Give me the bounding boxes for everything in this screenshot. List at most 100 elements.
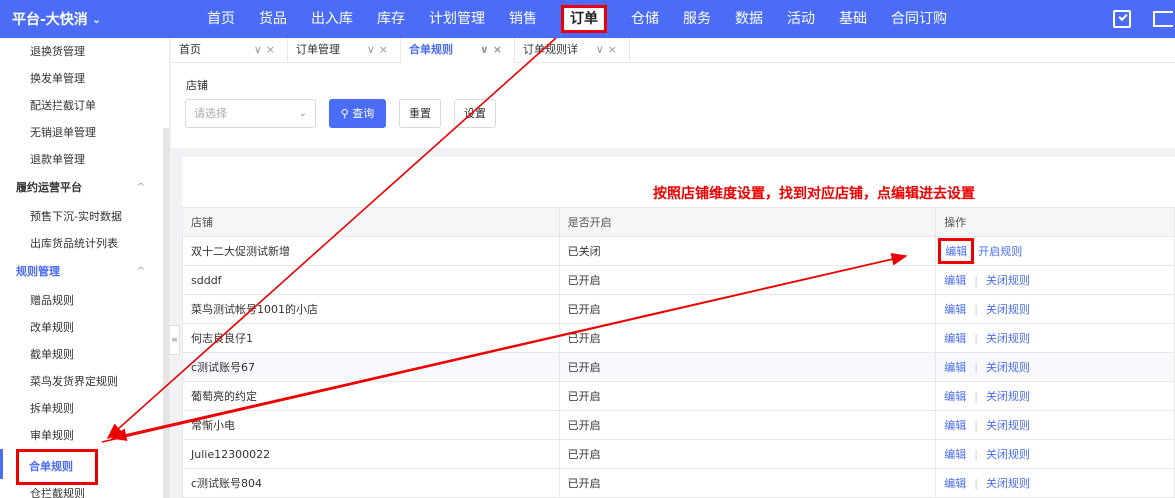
edit-link[interactable]: 编辑 — [944, 477, 966, 490]
status-cell: 已开启 — [558, 294, 937, 324]
tab-1[interactable]: 订单管理 ∨× — [288, 38, 401, 63]
tab-label: 首页 — [179, 43, 201, 56]
sidebar-item-rules-5[interactable]: 审单规则 — [0, 422, 169, 449]
sidebar-item-4[interactable]: 退款单管理 — [0, 146, 169, 173]
tab-close-icon[interactable]: ∨× — [596, 38, 621, 63]
chevron-up-icon: ^ — [136, 266, 145, 277]
status-cell: 已开启 — [558, 265, 937, 295]
nav-item-5[interactable]: 销售 — [497, 0, 549, 38]
sidebar-item-fulfillment-1[interactable]: 出库货品统计列表 — [0, 230, 169, 257]
sidebar-group-label: 规则管理 — [16, 265, 60, 278]
nav-item-1[interactable]: 货品 — [247, 0, 299, 38]
sidebar-item-fulfillment-0[interactable]: 预售下沉-实时数据 — [0, 203, 169, 230]
toggle-rule-link[interactable]: 关闭规则 — [986, 361, 1030, 374]
nav-item-12[interactable]: 合同订购 — [879, 0, 959, 38]
shop-filter-label: 店铺 — [186, 79, 208, 92]
shop-name-cell: 菜鸟测试帐号1001的小店 — [182, 294, 560, 324]
sidebar-group-rules[interactable]: 规则管理 ^ — [0, 257, 169, 287]
tab-0[interactable]: 首页 ∨× — [171, 38, 288, 63]
sidebar-item-label: 合单规则 — [16, 449, 98, 485]
sidebar-item-rules-4[interactable]: 拆单规则 — [0, 395, 169, 422]
sidebar-item-3[interactable]: 无销退单管理 — [0, 119, 169, 146]
toggle-rule-link[interactable]: 关闭规则 — [986, 303, 1030, 316]
shop-name-cell: 常惭小电 — [182, 410, 560, 440]
nav-item-0[interactable]: 首页 — [195, 0, 247, 38]
nav-item-4[interactable]: 计划管理 — [417, 0, 497, 38]
edit-link[interactable]: 编辑 — [938, 238, 975, 264]
main-nav: 首页 货品 出入库 库存 计划管理 销售 订单 仓储 服务 数据 活动 基础 合同订购 — [195, 0, 959, 38]
mail-icon[interactable] — [1153, 11, 1173, 27]
edit-link[interactable]: 编辑 — [944, 390, 966, 403]
edit-link[interactable]: 编辑 — [944, 448, 966, 461]
action-separator: | — [974, 361, 978, 374]
nav-item-label: 基础 — [839, 11, 867, 27]
reset-button[interactable]: 重置 — [399, 99, 441, 128]
action-separator: | — [974, 477, 978, 490]
sidebar-item-rules-2[interactable]: 截单规则 — [0, 341, 169, 368]
actions-cell: 编辑 | 关闭规则 — [935, 468, 1175, 498]
sidebar-group-fulfillment[interactable]: 履约运营平台 ^ — [0, 173, 169, 203]
sidebar-item-label: 仓拦截规则 — [30, 487, 85, 498]
table-row: 双十二大促测试新增 已关闭 编辑 开启规则 — [182, 236, 1175, 266]
toggle-rule-link[interactable]: 关闭规则 — [986, 477, 1030, 490]
sidebar-item-merge-rules[interactable]: 合单规则 — [0, 449, 169, 485]
sidebar-collapse-handle[interactable]: ≡ — [170, 325, 180, 355]
toggle-rule-link[interactable]: 关闭规则 — [986, 274, 1030, 287]
shop-select[interactable]: 请选择 ⌄ — [185, 99, 316, 128]
nav-item-label: 活动 — [787, 11, 815, 27]
nav-item-8[interactable]: 服务 — [671, 0, 723, 38]
sidebar-item-rules-0[interactable]: 赠品规则 — [0, 287, 169, 314]
sidebar-item-0[interactable]: 退换货管理 — [0, 38, 169, 65]
table-row: 菜鸟测试帐号1001的小店 已开启 编辑 | 关闭规则 — [182, 294, 1175, 324]
tab-3[interactable]: 订单规则详情 ∨× — [515, 38, 630, 80]
settings-button[interactable]: 设置 — [454, 99, 496, 128]
edit-link[interactable]: 编辑 — [944, 361, 966, 374]
nav-item-3[interactable]: 库存 — [365, 0, 417, 38]
tab-2[interactable]: 合单规则 ∨× — [401, 38, 515, 63]
nav-item-label: 计划管理 — [429, 11, 485, 27]
calendar-check-icon[interactable] — [1113, 10, 1131, 28]
toggle-rule-link[interactable]: 开启规则 — [978, 245, 1022, 258]
nav-item-10[interactable]: 活动 — [775, 0, 827, 38]
shop-name-cell: sdddf — [182, 265, 560, 295]
sidebar-item-1[interactable]: 换发单管理 — [0, 65, 169, 92]
nav-item-2[interactable]: 出入库 — [299, 0, 365, 38]
actions-cell: 编辑 | 关闭规则 — [935, 410, 1175, 440]
nav-item-9[interactable]: 数据 — [723, 0, 775, 38]
nav-item-label: 合同订购 — [891, 11, 947, 27]
filter-panel: 店铺 请选择 ⌄ ⚲ 查询 重置 设置 — [171, 63, 1175, 148]
column-header-shop: 店铺 — [182, 207, 560, 237]
tab-close-icon[interactable]: ∨× — [367, 38, 392, 63]
nav-item-label: 出入库 — [311, 11, 353, 27]
sidebar-item-rules-1[interactable]: 改单规则 — [0, 314, 169, 341]
table-row: sdddf 已开启 编辑 | 关闭规则 — [182, 265, 1175, 295]
table-row: c测试账号804 已开启 编辑 | 关闭规则 — [182, 468, 1175, 498]
sidebar-scrollbar[interactable] — [163, 128, 169, 498]
edit-link[interactable]: 编辑 — [944, 332, 966, 345]
status-cell: 已开启 — [558, 323, 937, 353]
nav-item-7[interactable]: 仓储 — [619, 0, 671, 38]
tab-close-icon[interactable]: ∨× — [254, 38, 279, 63]
toggle-rule-link[interactable]: 关闭规则 — [986, 390, 1030, 403]
search-icon: ⚲ — [340, 107, 349, 120]
sidebar-item-rules-3[interactable]: 菜鸟发货界定规则 — [0, 368, 169, 395]
nav-item-6[interactable]: 订单 — [549, 0, 619, 38]
edit-link[interactable]: 编辑 — [944, 419, 966, 432]
action-separator: | — [974, 303, 978, 316]
shop-name-cell: c测试账号67 — [182, 352, 560, 382]
annotation-text: 按照店铺维度设置，找到对应店铺，点编辑进去设置 — [653, 186, 975, 202]
toggle-rule-link[interactable]: 关闭规则 — [986, 419, 1030, 432]
status-cell: 已开启 — [558, 439, 937, 469]
table-row: 葡萄亮的约定 已开启 编辑 | 关闭规则 — [182, 381, 1175, 411]
nav-item-label: 货品 — [259, 11, 287, 27]
sidebar-item-2[interactable]: 配送拦截订单 — [0, 92, 169, 119]
edit-link[interactable]: 编辑 — [944, 303, 966, 316]
edit-link[interactable]: 编辑 — [944, 274, 966, 287]
brand-switcher[interactable]: 平台-大快消 ⌄ — [0, 9, 170, 29]
tab-close-icon[interactable]: ∨× — [480, 38, 506, 63]
search-button[interactable]: ⚲ 查询 — [329, 99, 386, 128]
toggle-rule-link[interactable]: 关闭规则 — [986, 448, 1030, 461]
toggle-rule-link[interactable]: 关闭规则 — [986, 332, 1030, 345]
action-separator: | — [974, 419, 978, 432]
nav-item-11[interactable]: 基础 — [827, 0, 879, 38]
